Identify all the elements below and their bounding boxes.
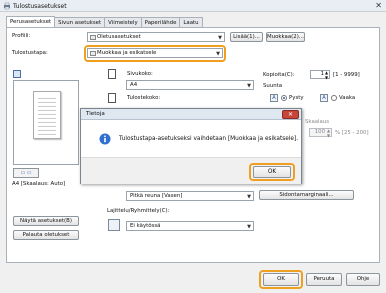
- output-method-select[interactable]: Muokkaa ja esikatsele ▼: [87, 48, 223, 58]
- info-dialog: Tietoja ✕ Tulostustapa-asetukseksi vaihd…: [80, 108, 302, 184]
- help-button[interactable]: Ohje: [346, 273, 380, 286]
- binding-select[interactable]: Pitkä reuna [Vasen] ▼: [126, 191, 254, 201]
- chevron-down-icon: ▼: [216, 51, 220, 57]
- printer-icon: [4, 2, 10, 10]
- chevron-down-icon: ▼: [247, 83, 251, 89]
- dialog-close-button[interactable]: ✕: [282, 110, 299, 119]
- window-title: Tulostusasetukset: [13, 3, 67, 10]
- ok-button[interactable]: OK: [263, 273, 299, 286]
- page-preview: [13, 80, 79, 165]
- profile-select[interactable]: Oletusasetukset ▼: [87, 32, 225, 42]
- portrait-label: Pysty: [289, 95, 304, 101]
- layout-label: Lajittelu/Ryhmittely(C):: [107, 208, 170, 214]
- portrait-icon: A: [270, 94, 278, 102]
- restore-defaults-button[interactable]: Palauta oletukset: [13, 230, 79, 240]
- preview-toggle-icon[interactable]: [13, 70, 21, 78]
- title-bar: Tulostusasetukset ✕: [0, 0, 386, 12]
- dialog-ok-button[interactable]: OK: [253, 166, 291, 178]
- portrait-radio[interactable]: [281, 95, 287, 101]
- margin-button[interactable]: Sidontamarginaali...: [259, 190, 354, 200]
- tab-bar: Perusasetukset Sivun asetukset Viimeiste…: [6, 16, 203, 28]
- orientation-label: Suunta: [263, 83, 283, 89]
- copies-label: Kopioita(C):: [263, 72, 295, 78]
- page-size-label: Sivukoko:: [127, 71, 153, 77]
- add-profile-button[interactable]: Lisää(1)...: [230, 32, 263, 42]
- profile-label: Profiili:: [12, 33, 31, 39]
- binding-preview-icon[interactable]: ▭ ▭: [13, 168, 39, 178]
- chevron-down-icon: ▼: [247, 194, 251, 200]
- dialog-message: Tulostustapa-asetukseksi vaihdetaan [Muo…: [119, 136, 299, 142]
- preview-sheet: [33, 91, 61, 139]
- zoom-spinner-icon[interactable]: ▲ ▼: [327, 128, 330, 138]
- chevron-down-icon: ▼: [218, 35, 222, 41]
- profile-icon: [90, 35, 96, 40]
- collate-icon: [108, 219, 120, 231]
- dialog-title: Tietoja: [86, 111, 105, 117]
- copies-range: [1 - 9999]: [333, 72, 360, 78]
- dialog-title-bar: Tietoja ✕: [81, 109, 301, 120]
- edit-preview-icon: [90, 51, 96, 56]
- view-settings-button[interactable]: Näytä asetukset(B): [13, 216, 79, 226]
- zoom-range: % [25 - 200]: [335, 130, 369, 136]
- landscape-icon: A: [320, 94, 328, 102]
- info-icon: [99, 133, 111, 145]
- preview-caption: A4 [Skaalaus: Auto]: [12, 181, 66, 187]
- chevron-down-icon: ▼: [247, 224, 251, 230]
- window-close-icon[interactable]: ✕: [375, 1, 382, 10]
- page-size-select[interactable]: A4 ▼: [126, 80, 254, 90]
- output-size-icon: [108, 93, 116, 103]
- edit-profile-button[interactable]: Muokkaa(2)...: [266, 32, 305, 42]
- layout-select[interactable]: Ei käytössä ▼: [126, 221, 254, 231]
- page-size-icon: [108, 69, 116, 79]
- landscape-label: Vaaka: [339, 95, 356, 101]
- output-size-label: Tulostekoko:: [127, 95, 161, 101]
- zoom-label: Skaalaus: [305, 119, 330, 125]
- landscape-radio[interactable]: [331, 95, 337, 101]
- output-method-label: Tulostustapa:: [12, 50, 48, 56]
- cancel-button[interactable]: Peruuta: [306, 273, 342, 286]
- copies-spinner-icon[interactable]: ▲ ▼: [325, 70, 328, 80]
